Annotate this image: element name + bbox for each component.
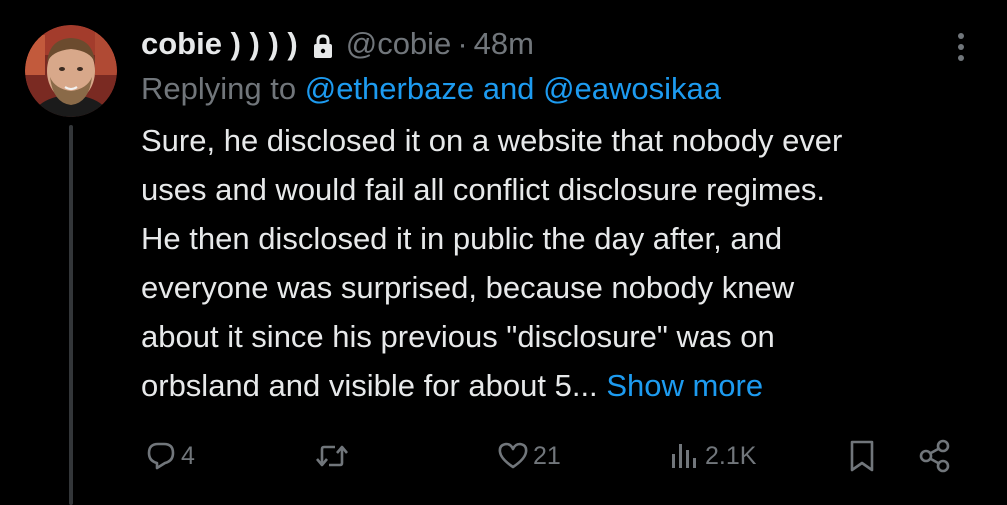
reply-count: 4 [181, 441, 195, 470]
bookmark-button[interactable] [847, 432, 877, 480]
thread-connector-line [69, 125, 73, 505]
tweet-text-line: about it since his previous "disclosure"… [141, 319, 775, 354]
like-button[interactable]: 21 [497, 432, 561, 480]
tweet[interactable]: cobie ) ) ) ) @cobie · 48m Replying to @… [0, 0, 1007, 505]
heart-icon [498, 442, 528, 469]
views-chart-icon [672, 444, 696, 468]
mention-and[interactable]: and [483, 71, 535, 106]
retweet-icon [316, 445, 348, 467]
tweet-text: Sure, he disclosed it on a website that … [141, 116, 991, 410]
tweet-text-last-line: orbsland and visible for about 5... Show… [141, 361, 991, 410]
separator-dot: · [457, 26, 468, 61]
like-count: 21 [533, 441, 561, 470]
replying-prefix: Replying to [141, 71, 297, 106]
show-more-link[interactable]: Show more [606, 368, 763, 403]
share-icon [919, 439, 950, 473]
mention-link-eawosikaa[interactable]: @eawosikaa [543, 71, 721, 106]
tweet-actions-bar: 4 21 2.1K [141, 432, 971, 480]
retweet-button[interactable] [314, 432, 350, 480]
tweet-text-line: orbsland and visible for about 5... [141, 368, 598, 403]
reply-icon [147, 442, 175, 470]
tweet-content: cobie ) ) ) ) @cobie · 48m Replying to @… [141, 22, 991, 410]
tweet-text-line: He then disclosed it in public the day a… [141, 221, 783, 256]
bookmark-icon [850, 440, 874, 472]
share-button[interactable] [917, 432, 953, 480]
tweet-text-line: Sure, he disclosed it on a website that … [141, 123, 843, 158]
tweet-header: cobie ) ) ) ) @cobie · 48m [141, 22, 991, 66]
user-handle[interactable]: @cobie [346, 26, 452, 62]
timestamp[interactable]: 48m [474, 26, 534, 62]
views-button[interactable]: 2.1K [669, 432, 756, 480]
display-name[interactable]: cobie ) ) ) ) [141, 26, 298, 62]
mention-link-etherbaze[interactable]: @etherbaze [305, 71, 474, 106]
avatar-column [25, 25, 117, 117]
tweet-text-line: everyone was surprised, because nobody k… [141, 270, 795, 305]
view-count: 2.1K [705, 441, 757, 470]
lock-icon [312, 31, 334, 58]
replying-to-line: Replying to @etherbaze and @eawosikaa [141, 66, 991, 112]
tweet-text-line: uses and would fail all conflict disclos… [141, 172, 826, 207]
more-vertical-icon[interactable] [946, 30, 976, 64]
avatar[interactable] [25, 25, 117, 117]
reply-button[interactable]: 4 [145, 432, 195, 480]
